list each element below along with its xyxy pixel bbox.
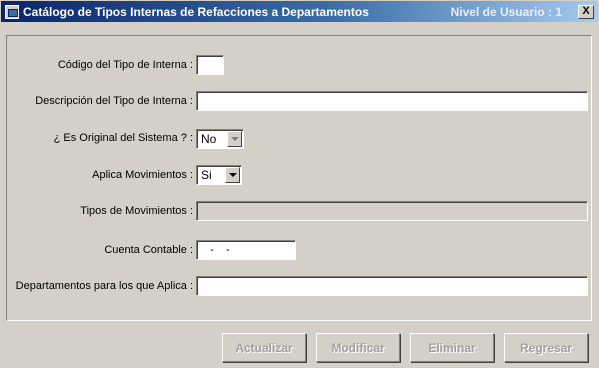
regresar-button[interactable]: Regresar bbox=[504, 333, 588, 362]
modificar-button[interactable]: Modificar bbox=[316, 333, 400, 362]
cuenta-contable-label: Cuenta Contable : bbox=[104, 244, 193, 256]
eliminar-button[interactable]: Eliminar bbox=[410, 333, 494, 362]
close-button[interactable]: X bbox=[578, 4, 594, 19]
window-title: Catálogo de Tipos Internas de Refaccione… bbox=[23, 4, 369, 19]
actualizar-button[interactable]: Actualizar bbox=[222, 333, 306, 362]
close-icon: X bbox=[582, 5, 590, 17]
aplica-label: Aplica Movimientos : bbox=[92, 169, 193, 181]
codigo-label: Código del Tipo de Interna : bbox=[57, 59, 193, 71]
codigo-input[interactable] bbox=[196, 55, 224, 75]
original-select[interactable]: No bbox=[196, 129, 244, 149]
original-value: No bbox=[201, 132, 217, 146]
title-bar[interactable]: Catálogo de Tipos Internas de Refaccione… bbox=[1, 1, 598, 22]
tipos-movimientos-label: Tipos de Movimientos : bbox=[80, 205, 193, 217]
original-label: ¿ Es Original del Sistema ? : bbox=[53, 132, 193, 144]
tipos-movimientos-input bbox=[196, 201, 588, 221]
aplica-select[interactable]: Si bbox=[196, 165, 242, 185]
user-level-label: Nivel de Usuario : 1 bbox=[450, 4, 562, 19]
catalog-window: Catálogo de Tipos Internas de Refaccione… bbox=[0, 0, 599, 368]
departamentos-input[interactable] bbox=[196, 276, 588, 296]
departamentos-label: Departamentos para los que Aplica : bbox=[15, 280, 193, 292]
app-icon bbox=[5, 4, 19, 19]
aplica-value: Si bbox=[201, 168, 212, 182]
descripcion-label: Descripción del Tipo de Interna : bbox=[35, 95, 193, 107]
cuenta-contable-input[interactable]: - - bbox=[196, 240, 296, 260]
descripcion-input[interactable] bbox=[196, 91, 588, 111]
chevron-down-icon[interactable] bbox=[227, 131, 242, 147]
chevron-down-icon[interactable] bbox=[225, 167, 240, 183]
